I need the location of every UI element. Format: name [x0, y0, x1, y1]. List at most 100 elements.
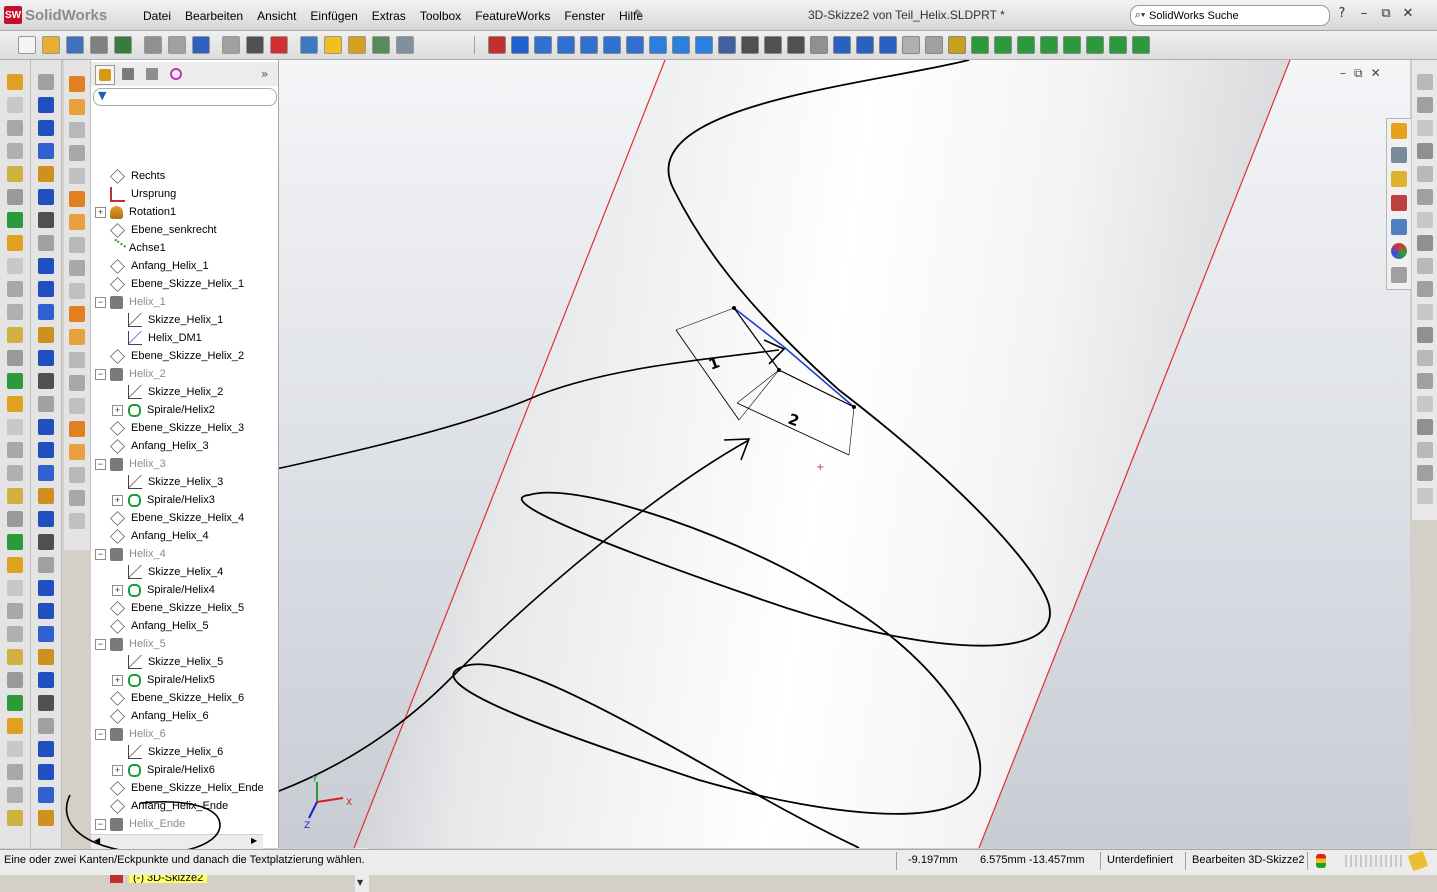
toolbar-button-icon[interactable]: [90, 36, 108, 54]
view-toolbar-button-icon[interactable]: [856, 36, 874, 54]
command-icon[interactable]: [7, 741, 23, 757]
scroll-right-icon[interactable]: ▶: [251, 836, 257, 845]
restore-button[interactable]: ⧉: [1378, 6, 1394, 21]
tree-item[interactable]: Ebene_Skizze_Helix_1: [110, 275, 244, 293]
right-tool-icon[interactable]: [1417, 258, 1433, 274]
tab-property-manager[interactable]: [119, 65, 137, 83]
tree-item[interactable]: − Helix_6: [95, 725, 166, 743]
tree-item[interactable]: Anfang_Helix_6: [110, 707, 209, 725]
feature-tool-icon[interactable]: [69, 467, 85, 483]
viewport-close-button[interactable]: ✕: [1371, 66, 1381, 81]
feature-tool-icon[interactable]: [69, 260, 85, 276]
feature-tool-icon[interactable]: [69, 421, 85, 437]
sketch-tool-icon[interactable]: [38, 672, 54, 688]
command-icon[interactable]: [7, 304, 23, 320]
sketch-tool-icon[interactable]: [38, 74, 54, 90]
toolbar-button-icon[interactable]: [348, 36, 366, 54]
sketch-tool-icon[interactable]: [38, 488, 54, 504]
collapse-icon[interactable]: −: [95, 728, 106, 740]
expand-panel-icon[interactable]: »: [261, 67, 268, 81]
tree-item[interactable]: Helix_DM1: [128, 329, 202, 347]
right-tool-icon[interactable]: [1417, 442, 1433, 458]
home-icon[interactable]: [1391, 123, 1407, 139]
feature-tool-icon[interactable]: [69, 191, 85, 207]
sketch-tool-icon[interactable]: [38, 258, 54, 274]
toolbar-button-icon[interactable]: [114, 36, 132, 54]
view-toolbar-button-icon[interactable]: [1132, 36, 1150, 54]
sketch-tool-icon[interactable]: [38, 718, 54, 734]
custom-properties-icon[interactable]: [1391, 267, 1407, 283]
tree-item[interactable]: + Spirale/Helix3: [112, 491, 215, 509]
right-tool-icon[interactable]: [1417, 465, 1433, 481]
sketch-tool-icon[interactable]: [38, 281, 54, 297]
sketch-tool-icon[interactable]: [38, 419, 54, 435]
expand-icon[interactable]: +: [112, 674, 123, 686]
rebuild-traffic-light-icon[interactable]: [1316, 854, 1326, 868]
expand-icon[interactable]: +: [112, 494, 123, 506]
toolbar-button-icon[interactable]: [372, 36, 390, 54]
solidworks-logo[interactable]: SW SolidWorks: [4, 5, 107, 25]
tree-item[interactable]: − Helix_3: [95, 455, 166, 473]
command-icon[interactable]: [7, 74, 23, 90]
tree-item[interactable]: Anfang_Helix_3: [110, 437, 209, 455]
sketch-tool-icon[interactable]: [38, 235, 54, 251]
command-icon[interactable]: [7, 97, 23, 113]
sketch-tool-icon[interactable]: [38, 649, 54, 665]
toolbar-button-icon[interactable]: [192, 36, 210, 54]
tree-item[interactable]: Ebene_Skizze_Helix_2: [110, 347, 244, 365]
sketch-tool-icon[interactable]: [38, 695, 54, 711]
tree-item[interactable]: Skizze_Helix_2: [128, 383, 223, 401]
cylinder-body[interactable]: [354, 60, 1290, 848]
collapse-icon[interactable]: −: [95, 548, 106, 560]
graphics-area[interactable]: 1 2 + Y X Z: [279, 60, 1410, 848]
command-icon[interactable]: [7, 603, 23, 619]
right-tool-icon[interactable]: [1417, 235, 1433, 251]
help-button[interactable]: ?: [1334, 6, 1350, 21]
expand-icon[interactable]: +: [112, 764, 123, 776]
right-tool-icon[interactable]: [1417, 350, 1433, 366]
command-icon[interactable]: [7, 787, 23, 803]
sketch-tool-icon[interactable]: [38, 120, 54, 136]
toolbar-button-icon[interactable]: [42, 36, 60, 54]
view-toolbar-button-icon[interactable]: [1109, 36, 1127, 54]
sketch-tool-icon[interactable]: [38, 557, 54, 573]
sketch-tool-icon[interactable]: [38, 810, 54, 826]
sketch-tool-icon[interactable]: [38, 373, 54, 389]
search-icon[interactable]: ⌕▾: [1131, 9, 1149, 22]
sketch-tool-icon[interactable]: [38, 350, 54, 366]
command-icon[interactable]: [7, 212, 23, 228]
sketch-tool-icon[interactable]: [38, 166, 54, 182]
view-toolbar-button-icon[interactable]: [695, 36, 713, 54]
view-toolbar-button-icon[interactable]: [787, 36, 805, 54]
right-tool-icon[interactable]: [1417, 373, 1433, 389]
sketch-tool-icon[interactable]: [38, 97, 54, 113]
collapse-icon[interactable]: −: [95, 296, 106, 308]
view-toolbar-button-icon[interactable]: [994, 36, 1012, 54]
sketch-tool-icon[interactable]: [38, 603, 54, 619]
command-icon[interactable]: [7, 626, 23, 642]
toolbar-button-icon[interactable]: [222, 36, 240, 54]
toolbar-button-icon[interactable]: [168, 36, 186, 54]
view-toolbar-button-icon[interactable]: [879, 36, 897, 54]
library-icon[interactable]: [1391, 147, 1407, 163]
right-tool-icon[interactable]: [1417, 166, 1433, 182]
command-icon[interactable]: [7, 557, 23, 573]
feature-tool-icon[interactable]: [69, 444, 85, 460]
view-toolbar-button-icon[interactable]: [764, 36, 782, 54]
menu-item-3[interactable]: Einfügen: [303, 7, 364, 25]
tree-item[interactable]: Skizze_Helix_1: [128, 311, 223, 329]
command-icon[interactable]: [7, 580, 23, 596]
right-tool-icon[interactable]: [1417, 396, 1433, 412]
view-toolbar-button-icon[interactable]: [557, 36, 575, 54]
sketch-tool-icon[interactable]: [38, 626, 54, 642]
view-toolbar-button-icon[interactable]: [649, 36, 667, 54]
command-icon[interactable]: [7, 166, 23, 182]
view-toolbar-button-icon[interactable]: [718, 36, 736, 54]
toolbar-button-icon[interactable]: [66, 36, 84, 54]
right-tool-icon[interactable]: [1417, 120, 1433, 136]
pin-icon[interactable]: ✎: [634, 7, 648, 21]
command-icon[interactable]: [7, 534, 23, 550]
command-icon[interactable]: [7, 189, 23, 205]
toolbar-button-icon[interactable]: [324, 36, 342, 54]
toolbar-button-icon[interactable]: [144, 36, 162, 54]
